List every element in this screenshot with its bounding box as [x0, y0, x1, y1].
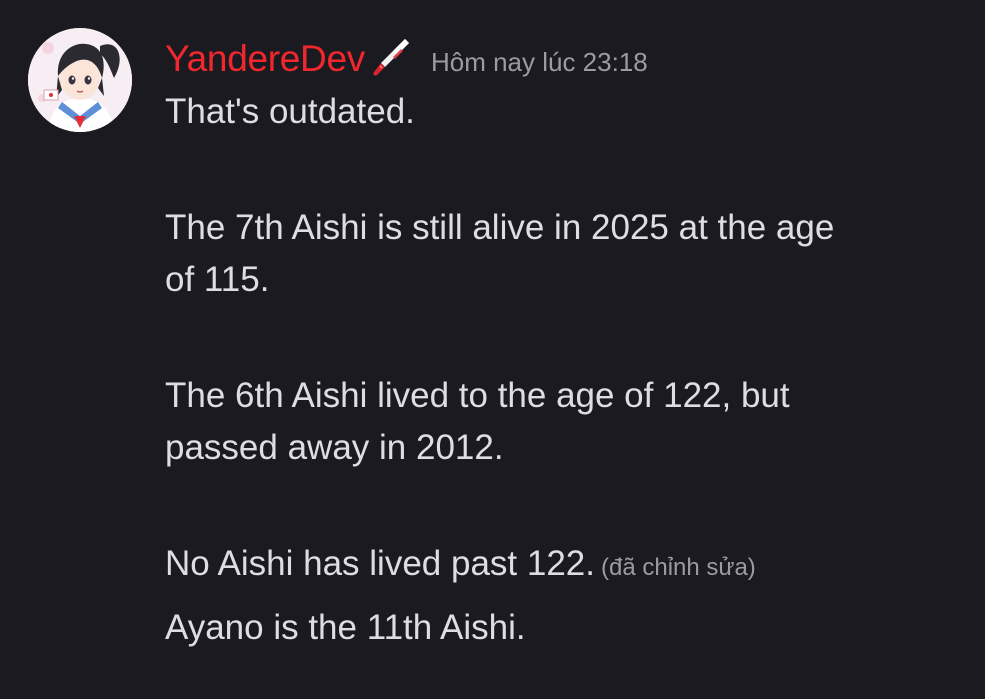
edited-label[interactable]: (đã chỉnh sửa) [601, 554, 756, 581]
paragraph-break [165, 138, 965, 202]
paragraph-break [165, 474, 965, 538]
followup-message: Ayano is the 11th Aishi. [165, 608, 526, 647]
message-line: That's outdated. [165, 92, 415, 131]
message-line: The 7th Aishi is still alive in 2025 at … [165, 208, 835, 247]
message-line: passed away in 2012. [165, 428, 504, 467]
message-line: of 115. [165, 260, 270, 299]
user-avatar[interactable] [28, 28, 132, 132]
message-line: The 6th Aishi lived to the age of 122, b… [165, 376, 790, 415]
paragraph-break [165, 306, 965, 370]
knife-icon[interactable] [371, 36, 411, 78]
message-line-edited: No Aishi has lived past 122. (đã chỉnh sử… [165, 538, 965, 590]
chat-message: YandereDev Hôm nay lúc 23:18 That's outd… [0, 0, 985, 699]
message-header: YandereDev Hôm nay lúc 23:18 [165, 34, 648, 84]
message-timestamp: Hôm nay lúc 23:18 [430, 46, 648, 77]
anime-girl-avatar-icon [28, 28, 132, 132]
username[interactable]: YandereDev [165, 38, 365, 80]
message-line-text: No Aishi has lived past 122. [165, 544, 595, 583]
message-content: That's outdated. The 7th Aishi is still … [165, 86, 965, 654]
